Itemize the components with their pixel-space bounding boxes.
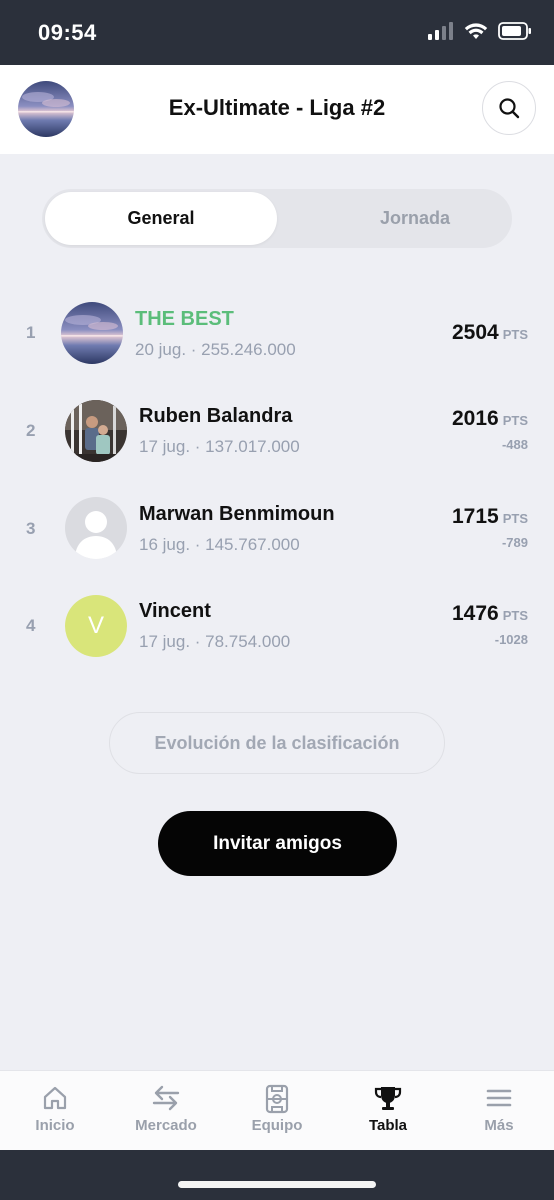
tab-mercado[interactable]: Mercado xyxy=(111,1071,221,1151)
team-name: Vincent xyxy=(139,600,211,622)
points-value: 2016 xyxy=(451,407,499,430)
standings-row[interactable]: 3 Marwan Benmimoun 16 jug. · 145.767.000… xyxy=(0,484,554,574)
trophy-icon xyxy=(374,1087,402,1110)
tab-label: Inicio xyxy=(35,1117,75,1134)
rank-number: 2 xyxy=(26,421,36,440)
status-time: 09:54 xyxy=(38,20,97,45)
search-icon xyxy=(499,98,520,119)
search-button[interactable] xyxy=(482,81,536,135)
team-name: THE BEST xyxy=(135,308,234,330)
points-total: 1715 PTS xyxy=(452,505,528,529)
points-unit: PTS xyxy=(502,511,528,526)
points-value: 2504 xyxy=(451,321,499,344)
wifi-icon xyxy=(464,23,488,39)
home-icon xyxy=(43,1086,67,1110)
tab-mas[interactable]: Más xyxy=(444,1071,554,1151)
points-unit: PTS xyxy=(502,413,528,428)
standings-row[interactable]: 4 V Vincent 17 jug. · 78.754.000 1476 PTS… xyxy=(0,581,554,671)
points-difference: -789 xyxy=(501,535,528,550)
points-value: 1476 xyxy=(451,602,499,625)
team-details: 17 jug. · 137.017.000 xyxy=(139,437,300,456)
points-unit: PTS xyxy=(502,327,528,342)
points-difference: -488 xyxy=(501,437,528,452)
page-title: Ex-Ultimate - Liga #2 xyxy=(168,95,386,120)
tab-bar: Inicio Mercado Equipo Tabla Más xyxy=(0,1070,554,1151)
points-value: 1715 xyxy=(451,505,499,528)
evolution-button[interactable]: Evolución de la clasificación xyxy=(109,712,445,774)
segmented-control: General Jornada xyxy=(42,189,512,248)
status-bar: 09:54 xyxy=(0,0,554,65)
points-total: 1476 PTS xyxy=(452,602,528,626)
header: Ex-Ultimate - Liga #2 xyxy=(0,65,554,154)
rank-number: 4 xyxy=(26,616,36,635)
status-icons xyxy=(428,22,532,40)
team-details: 17 jug. · 78.754.000 xyxy=(139,632,291,651)
standings-row[interactable]: 2 Ruben Balandra 17 jug. · 137.017.000 2… xyxy=(0,386,554,476)
tab-label: Equipo xyxy=(251,1117,303,1134)
points-unit: PTS xyxy=(502,608,528,623)
team-field-icon xyxy=(265,1084,289,1114)
tab-tabla[interactable]: Tabla xyxy=(333,1071,443,1151)
team-name: Marwan Benmimoun xyxy=(139,503,335,525)
rank-number: 3 xyxy=(26,519,36,538)
menu-icon xyxy=(486,1089,512,1107)
tab-equipo[interactable]: Equipo xyxy=(222,1071,332,1151)
avatar xyxy=(65,400,127,462)
transfer-arrows-icon xyxy=(152,1085,180,1111)
team-name: Ruben Balandra xyxy=(139,405,293,427)
tab-label: Tabla xyxy=(368,1117,408,1134)
invite-friends-button[interactable]: Invitar amigos xyxy=(158,811,397,876)
points-total: 2016 PTS xyxy=(452,407,528,431)
home-indicator-area xyxy=(0,1150,554,1200)
points-total: 2504 PTS xyxy=(452,321,528,345)
team-details: 20 jug. · 255.246.000 xyxy=(135,340,296,359)
battery-icon xyxy=(498,22,531,40)
default-avatar-icon xyxy=(65,497,127,559)
letter-avatar: V xyxy=(65,595,127,657)
tab-label: Mercado xyxy=(135,1117,197,1134)
standings-row[interactable]: 1 THE BEST 20 jug. · 255.246.000 2504 PT… xyxy=(0,288,554,378)
avatar-letter: V xyxy=(87,612,104,639)
tab-general[interactable]: General xyxy=(45,192,277,245)
team-details: 16 jug. · 145.767.000 xyxy=(139,535,300,554)
cellular-signal-icon xyxy=(428,22,453,40)
avatar xyxy=(61,302,123,364)
home-indicator[interactable] xyxy=(178,1181,376,1188)
tab-inicio[interactable]: Inicio xyxy=(0,1071,110,1151)
tab-jornada[interactable]: Jornada xyxy=(320,192,510,245)
points-difference: -1028 xyxy=(494,632,528,647)
tab-label: Más xyxy=(484,1117,514,1134)
rank-number: 1 xyxy=(26,323,36,342)
